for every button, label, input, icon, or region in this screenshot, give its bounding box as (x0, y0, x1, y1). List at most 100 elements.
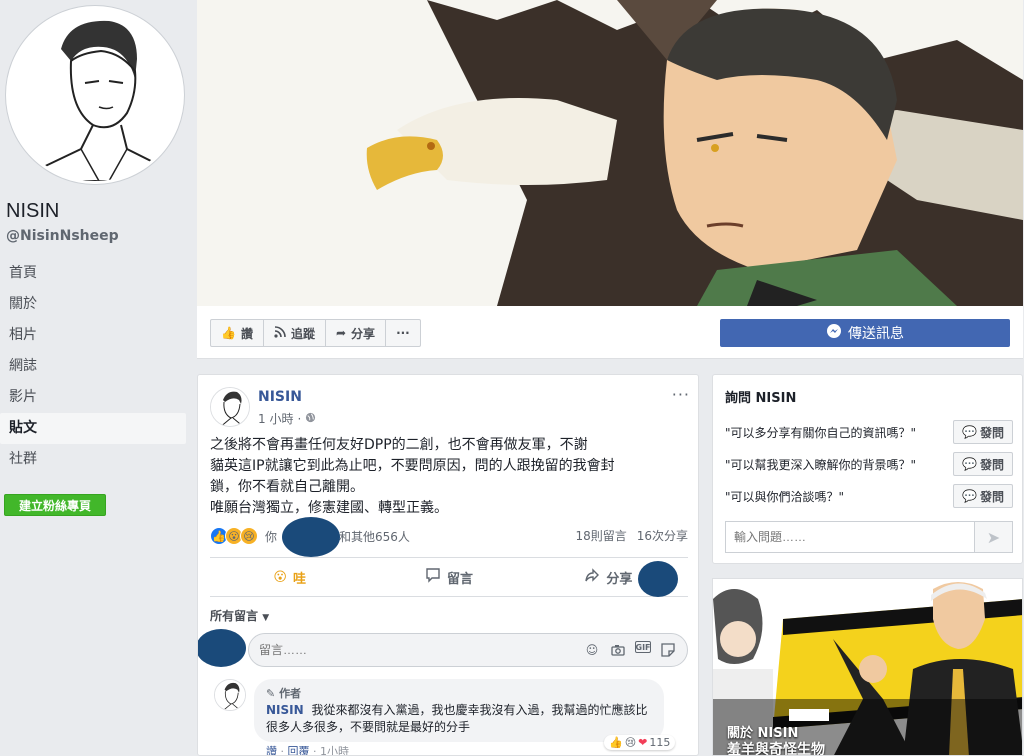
share-arrow-icon: ➦ (335, 326, 347, 340)
ask-question-3: "可以與你們洽談嗎？" (725, 489, 845, 504)
pen-icon: ✎ (266, 687, 276, 700)
comment-like-link[interactable]: 讚 (266, 745, 277, 755)
share-page-button[interactable]: ➦ 分享 (326, 320, 387, 346)
nav-item-photos[interactable]: 相片 (0, 320, 186, 351)
reaction-icons: 👍 😮 😢 (210, 527, 258, 545)
comment-button[interactable]: 留言 (369, 558, 528, 596)
comment-reply-link[interactable]: 回覆 (288, 745, 310, 755)
post-meta: 1 小時 · (258, 410, 316, 427)
follow-page-button[interactable]: 追蹤 (264, 320, 326, 346)
sticker-icon[interactable] (659, 641, 677, 659)
post-author-name[interactable]: NISIN (258, 389, 302, 405)
comment-label: 留言 (446, 571, 473, 587)
nav-item-about[interactable]: 關於 (0, 289, 186, 320)
page-nav: 首頁 關於 相片 網誌 影片 貼文 社群 (0, 258, 186, 475)
ask-button-3[interactable]: 💬 發問 (953, 484, 1013, 508)
cover-illustration (197, 0, 1023, 306)
post-line-2: 貓英這IP就讓它到此為止吧，不要問原因，問的人跟挽留的我會封 (210, 458, 615, 474)
post-author-avatar[interactable] (210, 387, 250, 427)
ask-question-input[interactable] (726, 522, 974, 552)
thumbs-up-icon: 👍 (221, 326, 236, 340)
page-action-bar: 👍 讚 追蹤 ➦ 分享 ··· 傳送訊息 (197, 306, 1023, 359)
wow-react-button[interactable]: 😮 哇 (210, 558, 369, 596)
page-name: NISIN (6, 200, 60, 222)
author-badge-label: 作者 (279, 687, 302, 700)
nav-item-home[interactable]: 首頁 (0, 258, 186, 289)
ask-page-card: 詢問 NISIN "可以多分享有關你自己的資訊嗎？" 💬 發問 "可以幫我更深入… (712, 374, 1023, 564)
wow-label: 哇 (292, 571, 306, 587)
create-page-button[interactable]: 建立粉絲專頁 (4, 494, 106, 516)
comment-time[interactable]: 1小時 (320, 745, 349, 755)
comment-author-avatar[interactable] (214, 679, 246, 711)
comment-count[interactable]: 18則留言 (575, 527, 626, 544)
send-message-button[interactable]: 傳送訊息 (720, 319, 1010, 347)
post-line-4: 唯願台灣獨立，修憲建國、轉型正義。 (210, 500, 448, 516)
share-label: 分享 (351, 326, 376, 341)
messenger-icon (826, 323, 842, 343)
profile-picture[interactable] (6, 6, 184, 184)
send-question-button[interactable]: ➤ (974, 522, 1012, 552)
more-options-button[interactable]: ··· (386, 320, 420, 346)
ask-question-row: "可以多分享有關你自己的資訊嗎？" 💬 發問 (725, 419, 1013, 445)
messenger-icon: 💬 (962, 457, 977, 471)
cover-photo[interactable] (197, 0, 1023, 306)
nav-item-videos[interactable]: 影片 (0, 382, 186, 413)
comment-bubble: ✎ 作者 NISIN 我從來都沒有入黨過，我也慶幸我沒有入過，我幫過的忙應該比很… (254, 679, 664, 742)
follow-label: 追蹤 (290, 326, 315, 341)
emoji-icon[interactable]: ☺ (583, 641, 601, 659)
nav-item-notes[interactable]: 網誌 (0, 351, 186, 382)
sad-reaction-icon: 😢 (624, 736, 637, 749)
ask-button-2[interactable]: 💬 發問 (953, 452, 1013, 476)
post-line-3: 鎖，你不看就自己離開。 (210, 479, 364, 495)
like-page-button[interactable]: 👍 讚 (211, 320, 264, 346)
post-action-bar: 😮 哇 留言 分享 (210, 557, 688, 597)
comment-filter-dropdown[interactable]: 所有留言 ▼ (210, 607, 269, 624)
post-line-1: 之後將不會再畫任何友好DPP的二創，也不會再做友軍，不謝 (210, 437, 588, 453)
globe-icon (305, 412, 316, 426)
ask-question-2: "可以幫我更深入瞭解你的背景嗎？" (725, 457, 917, 472)
comment-input[interactable] (259, 643, 583, 657)
comment-filter-label: 所有留言 (210, 609, 259, 623)
about-page-card[interactable]: 關於 NISIN 羞羊與奇怪生物 (712, 578, 1023, 756)
post-card: NISIN 1 小時 · ··· 之後將不會再畫任何友好DPP的二創，也不會再做… (197, 374, 699, 756)
share-arrow-icon (584, 567, 600, 587)
author-badge: ✎ 作者 (266, 685, 652, 702)
ask-title: 詢問 NISIN (725, 391, 797, 406)
about-subtitle: 羞羊與奇怪生物 (727, 742, 825, 756)
ask-button-label: 發問 (979, 457, 1004, 472)
wow-emoji-icon: 😮 (273, 569, 287, 585)
share-label: 分享 (606, 571, 633, 587)
ask-question-1: "可以多分享有關你自己的資訊嗎？" (725, 425, 917, 440)
share-count[interactable]: 16次分享 (637, 527, 688, 544)
post-body: 之後將不會再畫任何友好DPP的二創，也不會再做友軍，不謝 貓英這IP就讓它到此為… (210, 435, 688, 519)
redaction-mark (638, 561, 678, 597)
redaction-mark (282, 517, 340, 557)
ask-button-label: 發問 (979, 489, 1004, 504)
comment-author-name[interactable]: NISIN (266, 703, 304, 717)
send-message-label: 傳送訊息 (848, 326, 904, 342)
gif-icon[interactable]: GIF (635, 641, 651, 653)
comment-reactions[interactable]: 👍 😢 ❤ 115 (604, 735, 676, 750)
comment-bubble-icon (425, 567, 441, 587)
ask-input-box: ➤ (725, 521, 1013, 553)
love-reaction-icon: ❤ (638, 736, 648, 749)
post-counts: 18則留言 16次分享 (575, 527, 688, 544)
sad-reaction-icon: 😢 (240, 527, 258, 545)
page-action-buttons: 👍 讚 追蹤 ➦ 分享 ··· (210, 319, 421, 347)
comment-footer: 讚 · 回覆 · 1小時 (266, 745, 349, 756)
nav-item-community[interactable]: 社群 (0, 444, 186, 475)
ask-button-1[interactable]: 💬 發問 (953, 420, 1013, 444)
composer-icons: ☺ GIF (583, 641, 677, 659)
messenger-icon: 💬 (962, 489, 977, 503)
page-handle[interactable]: @NisinNsheep (6, 228, 119, 244)
rss-icon (274, 325, 286, 341)
post-options-icon[interactable]: ··· (672, 385, 690, 404)
reaction-others: 和其他656人 (339, 529, 410, 544)
nav-item-posts[interactable]: 貼文 (0, 413, 186, 444)
post-time[interactable]: 1 小時 (258, 410, 293, 427)
camera-icon[interactable] (609, 641, 627, 659)
ask-question-row: "可以與你們洽談嗎？" 💬 發問 (725, 483, 1013, 509)
like-label: 讚 (240, 326, 253, 341)
profile-illustration (9, 9, 181, 181)
ask-button-label: 發問 (979, 425, 1004, 440)
